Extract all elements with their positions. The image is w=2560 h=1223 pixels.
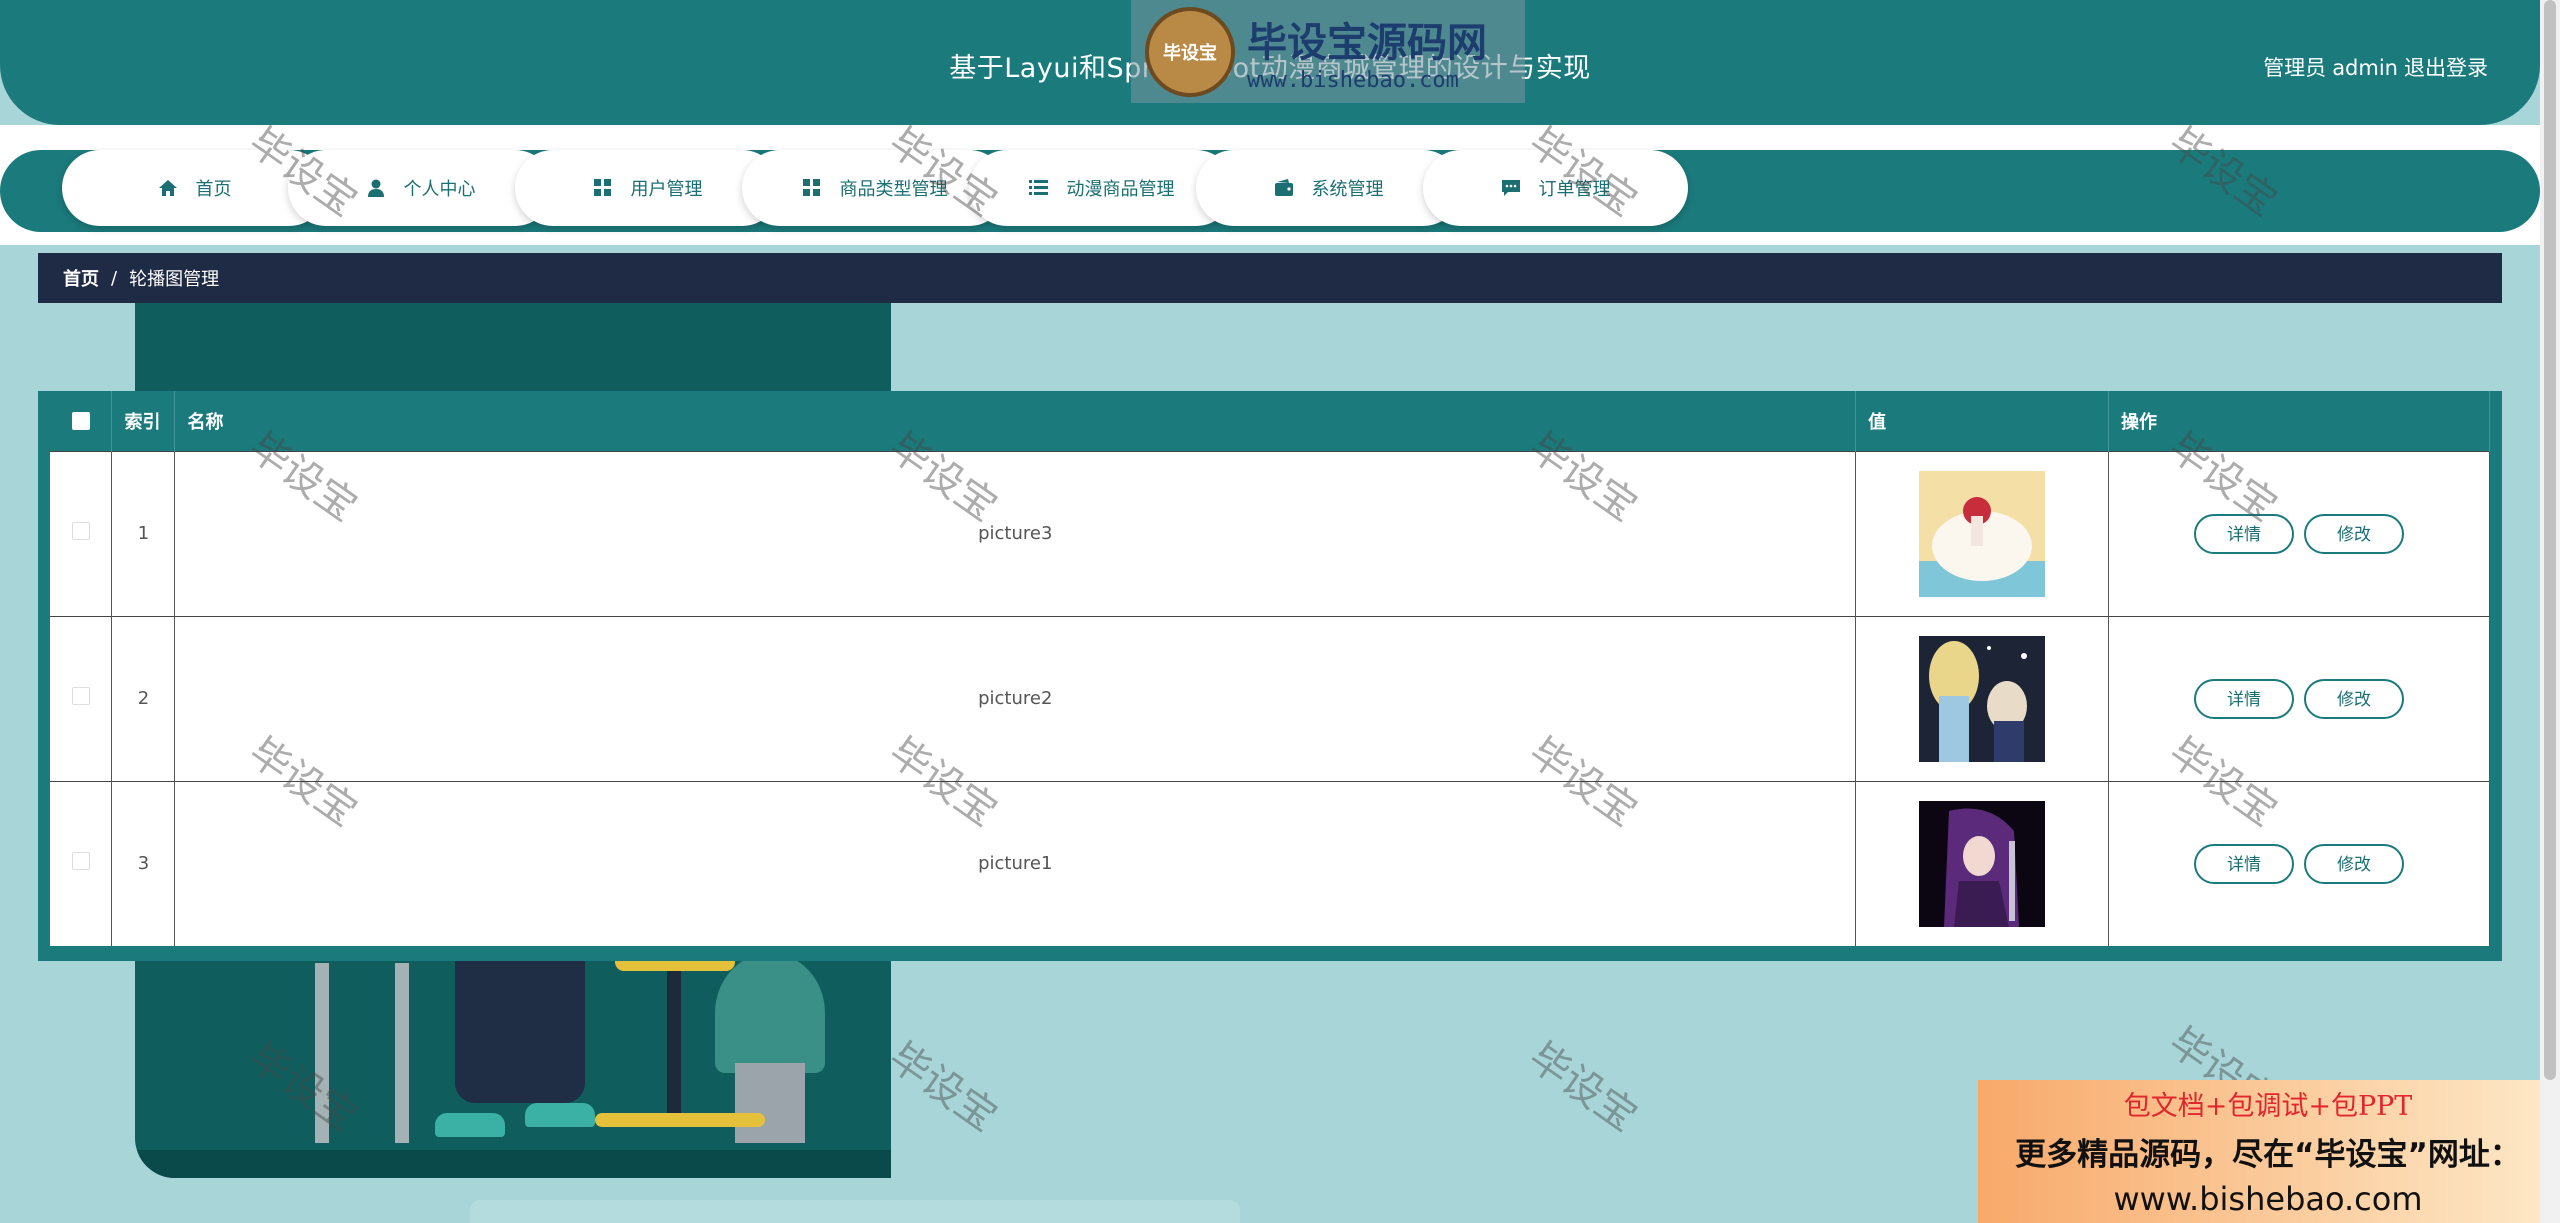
grid-icon	[802, 178, 822, 198]
scrollbar-thumb[interactable]	[2544, 0, 2556, 1080]
name-cell: picture3	[174, 451, 1857, 616]
table-row: 1 picture3 详情 修改	[50, 451, 2490, 616]
watermark-text: 毕设宝	[1520, 1034, 1646, 1141]
stool-base	[595, 1113, 765, 1127]
nav-item-label: 系统管理	[1311, 179, 1384, 200]
promo-banner[interactable]: 包文档+包调试+包PPT 更多精品源码，尽在“毕设宝”网址： www.bishe…	[1978, 1080, 2558, 1223]
row-select-cell	[50, 616, 113, 781]
detail-button[interactable]: 详情	[2194, 843, 2295, 884]
stool-leg	[667, 971, 681, 1121]
carousel-thumbnail	[1919, 800, 2046, 927]
promo-line-2: 更多精品源码，尽在“毕设宝”网址：	[2015, 1137, 2521, 1173]
username: admin	[2332, 56, 2398, 80]
watermark-text: 毕设宝	[880, 1034, 1006, 1141]
nav-item-label: 商品类型管理	[839, 179, 948, 200]
row-select-cell	[50, 451, 113, 616]
column-header-index: 索引	[111, 391, 176, 451]
index-cell: 1	[111, 451, 176, 616]
select-all-checkbox[interactable]	[71, 412, 90, 431]
vertical-scrollbar[interactable]	[2540, 0, 2560, 1223]
index-cell: 2	[111, 616, 176, 781]
nav-item-product-types[interactable]: 商品类型管理	[742, 150, 1007, 226]
index-cell: 3	[111, 781, 176, 946]
edit-button[interactable]: 修改	[2304, 678, 2405, 719]
carousel-thumbnail	[1919, 635, 2046, 762]
name-cell: picture1	[174, 781, 1857, 946]
nav-item-system[interactable]: 系统管理	[1196, 150, 1461, 226]
shoe-shape	[525, 1103, 595, 1127]
value-cell	[1855, 616, 2110, 781]
carousel-thumbnail	[1919, 470, 2046, 597]
promo-line-3: www.bishebao.com	[2113, 1180, 2423, 1218]
value-cell	[1855, 781, 2110, 946]
user-info: 管理员 admin 退出登录	[2257, 52, 2488, 82]
promo-line-1: 包文档+包调试+包PPT	[2123, 1091, 2413, 1122]
nav-item-label: 动漫商品管理	[1066, 179, 1175, 200]
watermark-logo: 毕设宝 毕设宝源码网 www.bishebao.com	[1131, 0, 1525, 103]
shoe-shape	[435, 1113, 505, 1137]
watermark-logo-title: 毕设宝源码网	[1247, 20, 1487, 66]
role-label: 管理员	[2263, 56, 2327, 80]
select-all-cell	[50, 391, 113, 451]
wallet-icon	[1274, 178, 1294, 198]
main-nav: 首页 个人中心 用户管理 商品类型管理 动漫商品管理 系统管理 订单管理	[0, 150, 2540, 232]
nav-item-orders[interactable]: 订单管理	[1423, 150, 1688, 226]
list-icon	[1028, 178, 1049, 198]
nav-item-label: 首页	[195, 179, 232, 200]
pot-shape	[735, 1063, 805, 1143]
breadcrumb-home[interactable]: 首页	[63, 265, 99, 291]
watermark-logo-text: 毕设宝源码网 www.bishebao.com	[1247, 10, 1487, 93]
message-icon	[1501, 178, 1521, 198]
actions-cell: 详情 修改	[2108, 616, 2490, 781]
carousel-table-container: 索引 名称 值 操作 1 picture3 详情 修改 2 picture2 详…	[38, 391, 2502, 961]
row-select-cell	[50, 781, 113, 946]
breadcrumb-separator: /	[111, 267, 118, 289]
row-checkbox[interactable]	[71, 522, 90, 540]
detail-button[interactable]: 详情	[2194, 678, 2295, 719]
plant-shape	[715, 953, 825, 1073]
nav-item-label: 订单管理	[1538, 179, 1611, 200]
breadcrumb: 首页 / 轮播图管理	[38, 253, 2502, 303]
desk-leg	[395, 963, 409, 1143]
row-checkbox[interactable]	[71, 687, 90, 705]
home-icon	[158, 178, 178, 198]
bottom-pagination-bar	[470, 1200, 1240, 1223]
carousel-table: 索引 名称 值 操作 1 picture3 详情 修改 2 picture2 详…	[50, 391, 2490, 946]
column-header-name: 名称	[174, 391, 1857, 451]
actions-cell: 详情 修改	[2108, 781, 2490, 946]
nav-item-anime-products[interactable]: 动漫商品管理	[969, 150, 1234, 226]
column-header-value: 值	[1855, 391, 2110, 451]
edit-button[interactable]: 修改	[2304, 843, 2405, 884]
table-row: 3 picture1 详情 修改	[50, 781, 2490, 946]
detail-button[interactable]: 详情	[2194, 513, 2295, 554]
logout-button[interactable]: 退出登录	[2404, 56, 2488, 80]
nav-item-profile[interactable]: 个人中心	[288, 150, 553, 226]
table-row: 2 picture2 详情 修改	[50, 616, 2490, 781]
person-legs	[455, 943, 585, 1103]
nav-item-label: 个人中心	[403, 179, 476, 200]
value-cell	[1855, 451, 2110, 616]
user-icon	[366, 178, 386, 198]
name-cell: picture2	[174, 616, 1857, 781]
nav-item-users[interactable]: 用户管理	[515, 150, 780, 226]
watermark-logo-url: www.bishebao.com	[1247, 68, 1459, 93]
edit-button[interactable]: 修改	[2304, 513, 2405, 554]
breadcrumb-current: 轮播图管理	[129, 269, 220, 290]
nav-item-label: 用户管理	[630, 179, 703, 200]
desk-leg	[315, 963, 329, 1143]
row-checkbox[interactable]	[71, 852, 90, 871]
watermark-badge: 毕设宝	[1145, 6, 1235, 97]
table-header-row: 索引 名称 值 操作	[50, 391, 2490, 451]
grid-icon	[593, 178, 613, 198]
floor-shape	[135, 1150, 891, 1178]
actions-cell: 详情 修改	[2108, 451, 2490, 616]
column-header-actions: 操作	[2108, 391, 2490, 451]
